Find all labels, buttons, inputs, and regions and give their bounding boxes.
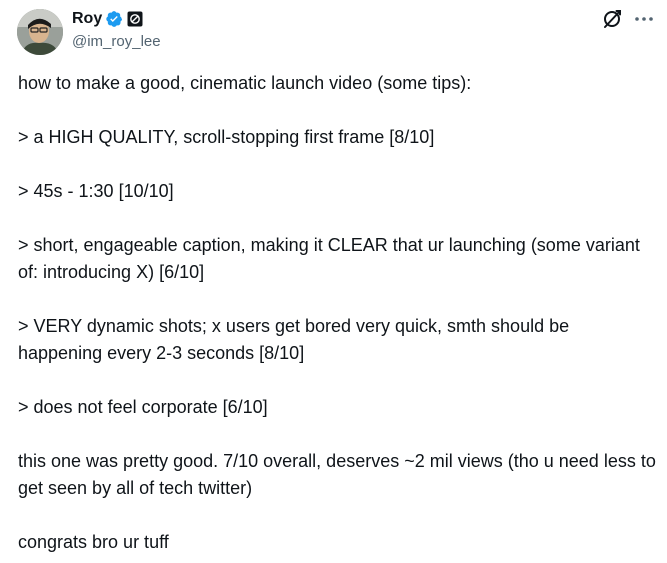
affiliate-badge-icon[interactable] <box>127 11 143 27</box>
tweet-paragraph: how to make a good, cinematic launch vid… <box>18 73 472 93</box>
handle[interactable]: @im_roy_lee <box>72 32 161 52</box>
verified-badge-icon <box>105 10 123 28</box>
author-info: Roy @im_roy_lee <box>72 9 161 52</box>
tweet-paragraph: > does not feel corporate [6/10] <box>18 397 268 417</box>
display-name[interactable]: Roy <box>72 9 102 29</box>
tweet-paragraph: > short, engageable caption, making it C… <box>18 235 645 282</box>
avatar[interactable] <box>17 9 63 55</box>
header-actions <box>601 8 655 30</box>
tweet-paragraph: > VERY dynamic shots; x users get bored … <box>18 316 575 363</box>
tweet-paragraph: > 45s - 1:30 [10/10] <box>18 181 174 201</box>
tweet-text: how to make a good, cinematic launch vid… <box>18 70 658 556</box>
tweet-paragraph: congrats bro ur tuff <box>18 532 169 552</box>
more-icon[interactable] <box>633 8 655 30</box>
tweet-paragraph: > a HIGH QUALITY, scroll-stopping first … <box>18 127 435 147</box>
tweet-paragraph: this one was pretty good. 7/10 overall, … <box>18 451 661 498</box>
grok-icon[interactable] <box>601 8 623 30</box>
tweet-header: Roy @im_roy_lee <box>17 8 657 55</box>
